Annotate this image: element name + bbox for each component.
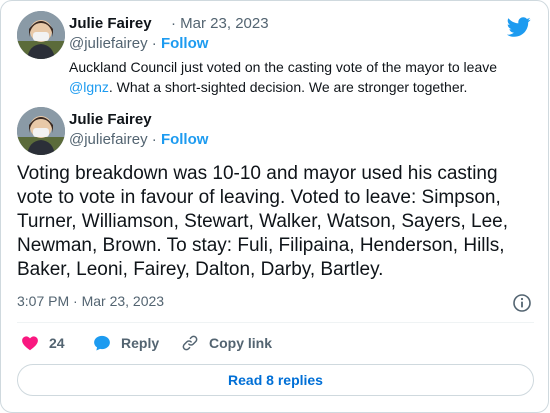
main-follow-button[interactable]: Follow xyxy=(161,131,209,148)
twitter-bird-icon[interactable] xyxy=(507,15,531,39)
reply-bubble-icon xyxy=(94,335,110,351)
like-button[interactable]: 24 xyxy=(21,334,65,352)
main-author-avatar[interactable] xyxy=(17,107,65,155)
quoted-tweet-text: Auckland Council just voted on the casti… xyxy=(69,57,539,97)
separator-dot: · xyxy=(151,131,161,148)
quoted-author-name[interactable]: Julie Fairey xyxy=(69,15,152,32)
quoted-author-handle[interactable]: @juliefairey xyxy=(69,35,148,52)
main-tweet-text: Voting breakdown was 10-10 and mayor use… xyxy=(17,163,508,280)
quoted-handle-line: @juliefairey · Follow xyxy=(69,35,208,52)
main-author-name[interactable]: Julie Fairey xyxy=(69,111,152,128)
main-handle-line: @juliefairey · Follow xyxy=(69,131,208,148)
separator-dot: · xyxy=(171,15,181,32)
quoted-date[interactable]: Mar 23, 2023 xyxy=(180,15,268,32)
info-icon[interactable] xyxy=(512,293,532,313)
like-count: 24 xyxy=(49,335,65,351)
separator-dot: · xyxy=(151,35,161,52)
heart-icon xyxy=(22,336,38,351)
divider xyxy=(17,322,534,323)
reply-button[interactable]: Reply xyxy=(93,334,159,352)
reply-label: Reply xyxy=(121,335,160,351)
mention-link[interactable]: @lgnz xyxy=(69,79,109,95)
quoted-author-avatar[interactable] xyxy=(17,11,65,59)
quoted-text-part1: Auckland Council just voted on the casti… xyxy=(69,59,498,75)
link-icon xyxy=(182,335,198,351)
quoted-date-line: · Mar 23, 2023 xyxy=(171,15,269,32)
quoted-text-part2: . What a short-sighted decision. We are … xyxy=(108,79,468,95)
copy-link-button[interactable]: Copy link xyxy=(181,334,272,352)
read-replies-button[interactable]: Read 8 replies xyxy=(17,364,534,396)
tweet-embed-card: Julie Fairey · Mar 23, 2023 @juliefairey… xyxy=(0,0,549,413)
main-author-handle[interactable]: @juliefairey xyxy=(69,131,148,148)
copy-link-label: Copy link xyxy=(209,335,273,351)
quoted-follow-button[interactable]: Follow xyxy=(161,35,209,52)
tweet-timestamp[interactable]: 3:07 PM · Mar 23, 2023 xyxy=(17,293,164,309)
